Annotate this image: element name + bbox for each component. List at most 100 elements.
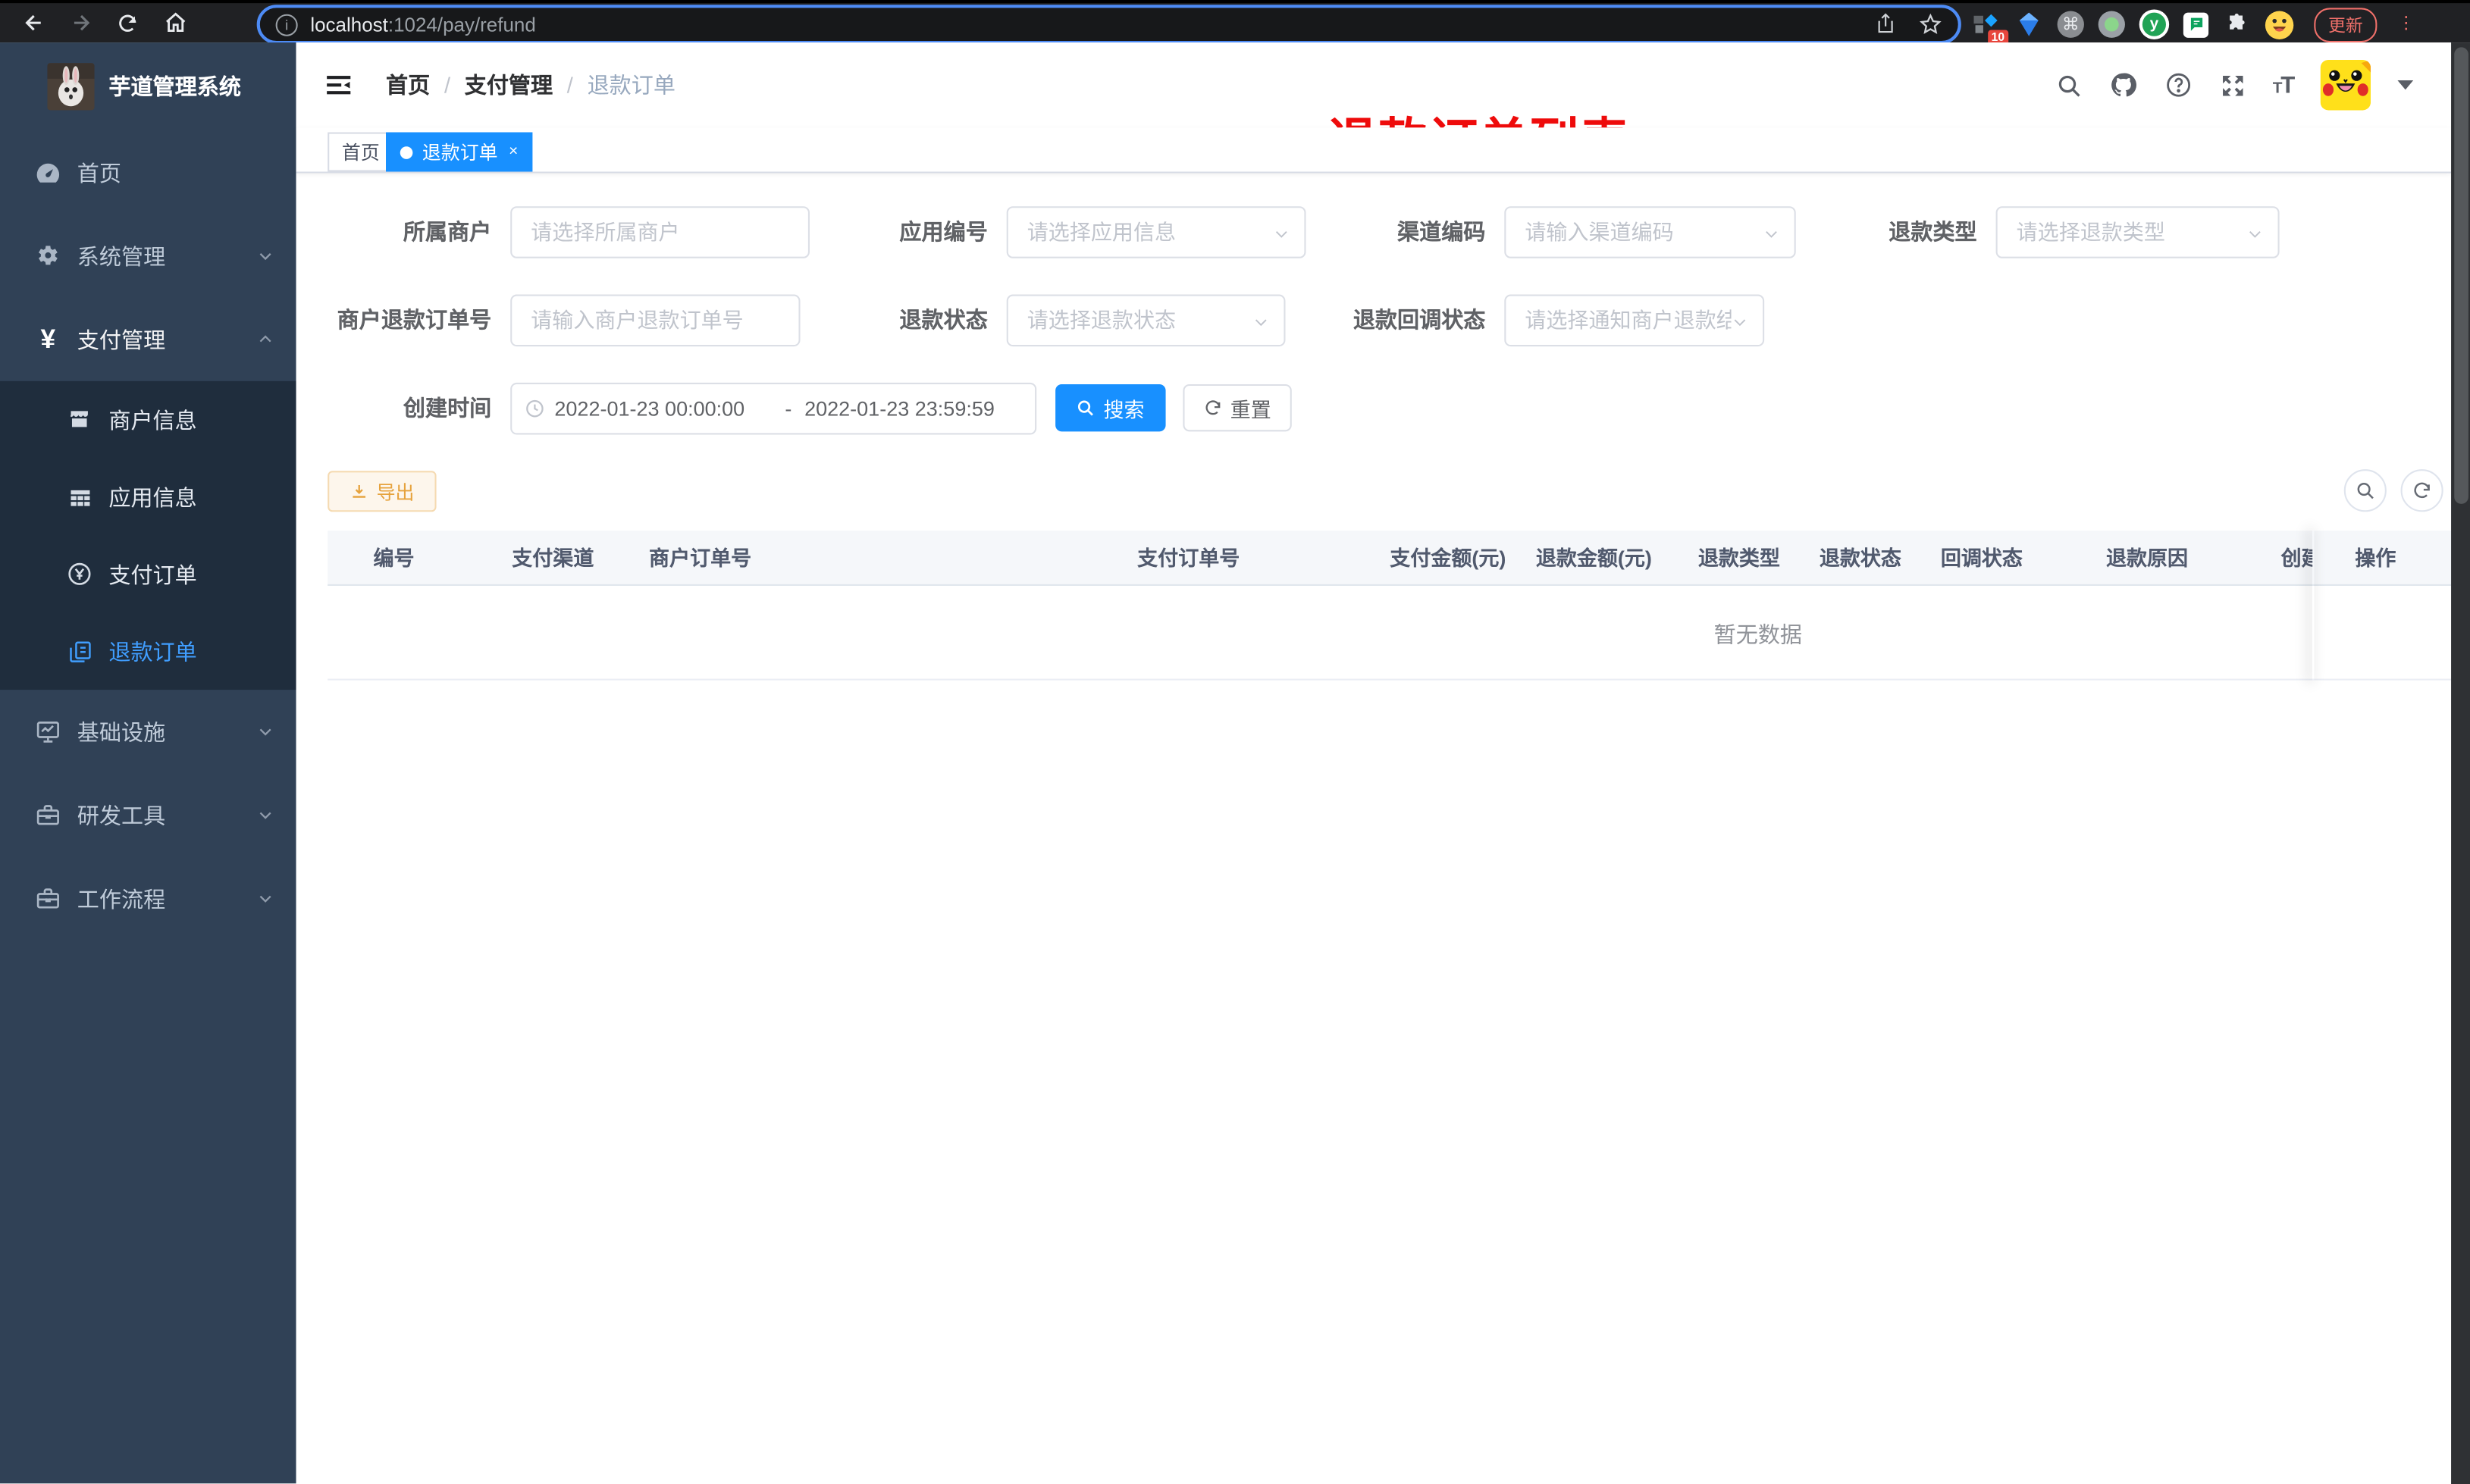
col-create-time: 创建时间 xyxy=(2280,546,2313,571)
github-icon[interactable] xyxy=(2109,71,2137,99)
extension-metamask-icon[interactable]: 10 xyxy=(1972,11,2009,45)
scrollbar-thumb[interactable] xyxy=(2453,47,2468,504)
sidebar-collapse-icon[interactable] xyxy=(323,69,355,101)
sidebar-item-system-management[interactable]: 系统管理 xyxy=(0,214,296,298)
refund-status-input[interactable] xyxy=(1008,296,1284,346)
refund-callback-status-label: 退款回调状态 xyxy=(1353,307,1486,333)
merchant-input[interactable] xyxy=(512,208,808,257)
export-button[interactable]: 导出 xyxy=(328,471,437,512)
app-logo[interactable]: 芋道管理系统 xyxy=(0,42,296,130)
extension-dot-icon[interactable] xyxy=(2098,11,2125,38)
breadcrumb: 首页 / 支付管理 / 退款订单 xyxy=(386,69,675,101)
merchant-refund-no-field[interactable] xyxy=(510,294,801,347)
sidebar-item-dev-tools[interactable]: 研发工具 xyxy=(0,773,296,856)
merchant-refund-no-input[interactable] xyxy=(512,296,799,346)
extensions-puzzle-icon[interactable] xyxy=(2223,11,2251,39)
col-pay-order-no: 支付订单号 xyxy=(1137,546,1240,571)
sidebar-item-infrastructure[interactable]: 基础设施 xyxy=(0,690,296,773)
create-time-range-picker[interactable]: 2022-01-23 00:00:00 - 2022-01-23 23:59:5… xyxy=(510,382,1037,435)
user-avatar[interactable] xyxy=(2320,59,2371,111)
bookmark-star-icon[interactable] xyxy=(1919,13,1942,36)
tab-close-icon[interactable]: × xyxy=(509,143,518,161)
empty-state-text: 暂无数据 xyxy=(1713,621,1803,647)
col-merchant-order-no: 商户订单号 xyxy=(649,546,752,571)
create-time-label: 创建时间 xyxy=(403,395,492,421)
sidebar-item-label: 工作流程 xyxy=(77,885,166,912)
breadcrumb-separator: / xyxy=(444,72,451,98)
breadcrumb-refund: 退款订单 xyxy=(587,72,675,98)
col-pay-amount: 支付金额(元) xyxy=(1390,546,1506,571)
channel-code-input[interactable] xyxy=(1506,208,1795,257)
refund-type-input[interactable] xyxy=(1997,208,2278,257)
refund-callback-status-select[interactable] xyxy=(1504,294,1765,347)
fullscreen-icon[interactable] xyxy=(2219,72,2246,99)
sidebar-item-payment-order[interactable]: 支付订单 xyxy=(0,535,296,612)
user-menu-caret-icon[interactable] xyxy=(2397,80,2414,90)
extensions-row: 10 ⌘ y 更新 ⋮ xyxy=(1972,3,2418,45)
col-callback-status: 回调状态 xyxy=(1940,546,2023,571)
coin-yen-icon xyxy=(66,561,92,587)
extension-y-icon[interactable]: y xyxy=(2139,9,2170,39)
table-header-row: 编号 支付渠道 商户订单号 支付订单号 支付金额(元) 退款金额(元) 退款类型… xyxy=(328,531,2452,586)
channel-code-select[interactable] xyxy=(1504,206,1796,258)
refresh-table-button[interactable] xyxy=(2400,469,2443,512)
search-button[interactable]: 搜索 xyxy=(1055,384,1166,432)
screen: i localhost:1024/pay/refund 10 ⌘ y 更新 ⋮… xyxy=(0,0,2470,1484)
extension-gem-icon[interactable] xyxy=(2015,11,2043,39)
refund-status-select[interactable] xyxy=(1006,294,1286,347)
chrome-update-button[interactable]: 更新 xyxy=(2314,7,2378,42)
yen-icon: ¥ xyxy=(40,324,56,355)
app-no-label: 应用编号 xyxy=(899,218,988,245)
sidebar-item-app-info[interactable]: 应用信息 xyxy=(0,459,296,536)
browser-home-icon[interactable] xyxy=(151,2,198,44)
page-scrollbar[interactable] xyxy=(2451,42,2470,1484)
extension-command-icon[interactable]: ⌘ xyxy=(2057,11,2084,38)
briefcase-icon xyxy=(35,885,61,912)
app-no-input[interactable] xyxy=(1008,208,1305,257)
sidebar-item-merchant-info[interactable]: 商户信息 xyxy=(0,381,296,459)
browser-menu-icon[interactable]: ⋮ xyxy=(2397,14,2415,33)
reset-button[interactable]: 重置 xyxy=(1183,384,1292,432)
browser-forward-icon[interactable] xyxy=(57,2,104,44)
chevron-up-icon xyxy=(257,330,274,348)
browser-reload-icon[interactable] xyxy=(104,2,151,44)
payment-submenu: 商户信息 应用信息 支付订单 退款订单 xyxy=(0,380,296,690)
share-icon[interactable] xyxy=(1875,13,1897,36)
sidebar-item-workflow[interactable]: 工作流程 xyxy=(0,856,296,940)
storefront-icon xyxy=(66,406,92,433)
app-title: 芋道管理系统 xyxy=(108,74,241,99)
browser-back-icon[interactable] xyxy=(9,2,56,44)
sidebar-item-label: 商户信息 xyxy=(108,407,197,433)
refund-type-select[interactable] xyxy=(1995,206,2280,258)
refund-callback-status-input[interactable] xyxy=(1506,296,1763,346)
tab-refund-order[interactable]: 退款订单 × xyxy=(386,132,533,172)
search-icon[interactable] xyxy=(2055,72,2082,99)
sidebar-item-label: 基础设施 xyxy=(77,719,166,744)
merchant-label: 所属商户 xyxy=(403,218,492,245)
breadcrumb-home[interactable]: 首页 xyxy=(386,69,430,101)
date-range-end[interactable]: 2022-01-23 23:59:59 xyxy=(804,397,1022,421)
address-bar[interactable]: i localhost:1024/pay/refund xyxy=(256,5,1961,45)
active-dot xyxy=(400,146,413,158)
site-info-icon[interactable]: i xyxy=(275,13,298,36)
font-size-icon[interactable]: TT xyxy=(2273,72,2296,99)
extension-emoji-icon[interactable] xyxy=(2265,10,2294,39)
help-icon[interactable] xyxy=(2164,71,2192,99)
sidebar-item-payment-management[interactable]: ¥ 支付管理 xyxy=(0,298,296,381)
merchant-select[interactable] xyxy=(510,206,810,258)
extension-chat-icon[interactable] xyxy=(2183,11,2209,37)
app-no-select[interactable] xyxy=(1006,206,1306,258)
refund-document-icon xyxy=(66,638,92,665)
grid-table-icon xyxy=(66,484,92,510)
breadcrumb-payment[interactable]: 支付管理 xyxy=(465,69,553,101)
refund-status-label: 退款状态 xyxy=(899,307,988,333)
tab-home[interactable]: 首页 xyxy=(328,132,394,172)
sidebar-item-home[interactable]: 首页 xyxy=(0,130,296,214)
toggle-search-button[interactable] xyxy=(2343,469,2387,512)
date-range-start[interactable]: 2022-01-23 00:00:00 xyxy=(554,397,772,421)
col-pay-channel: 支付渠道 xyxy=(512,546,594,571)
sidebar-item-label: 系统管理 xyxy=(77,243,166,269)
sidebar-item-refund-order[interactable]: 退款订单 xyxy=(0,612,296,690)
sidebar-item-label: 首页 xyxy=(77,159,121,186)
url-host: localhost xyxy=(310,13,388,36)
